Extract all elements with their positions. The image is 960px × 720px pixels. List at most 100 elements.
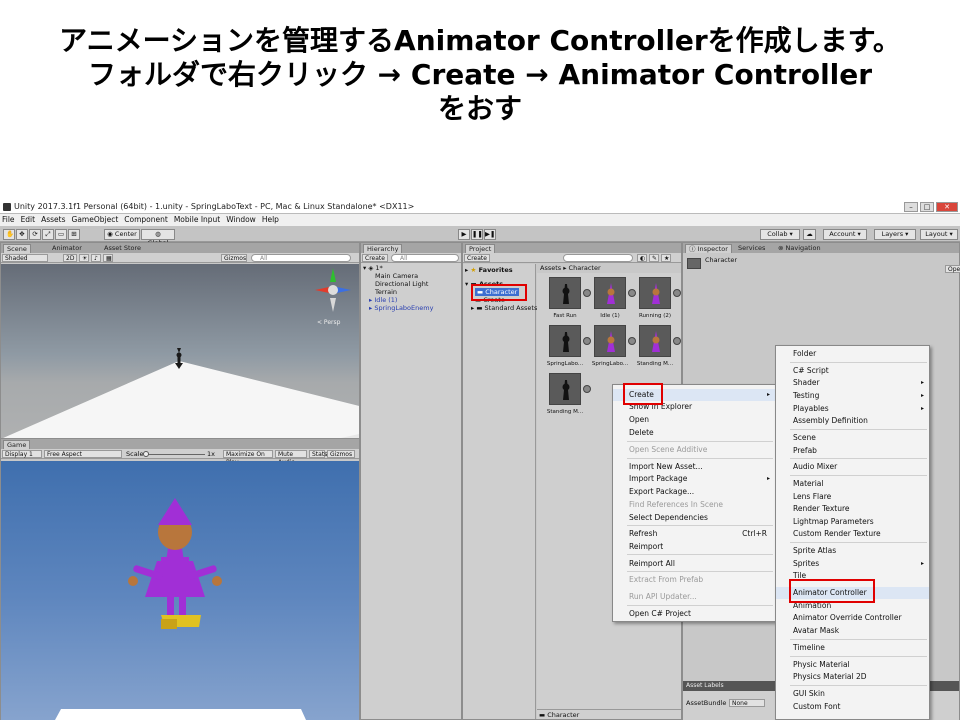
scale-slider-handle[interactable] [143, 451, 149, 457]
create-sprites[interactable]: Sprites ▸ [776, 558, 929, 570]
context-menu-select-dependencies[interactable]: Select Dependencies [613, 512, 775, 524]
context-menu-refresh[interactable]: Refresh Ctrl+R [613, 528, 775, 540]
hierarchy-create-dropdown[interactable]: Create ▾ [362, 254, 388, 270]
asset-bundle-dropdown[interactable]: None [729, 699, 765, 707]
aspect-dropdown[interactable]: Free Aspect [44, 450, 122, 458]
move-tool-icon[interactable]: ✥ [16, 229, 28, 240]
create-custom-font[interactable]: Custom Font [776, 701, 929, 713]
display-dropdown[interactable]: Display 1 [2, 450, 42, 458]
create-audio-mixer[interactable]: Audio Mixer [776, 461, 929, 473]
rect-tool-icon[interactable]: ▭ [55, 229, 67, 240]
context-menu-import-package[interactable]: Import Package ▸ [613, 473, 775, 485]
effects-toggle-icon[interactable]: ▦ [103, 254, 113, 262]
hierarchy-item-springlaboenemy[interactable]: ▸ SpringLaboEnemy [369, 304, 433, 312]
asset-thumb-springlabo-1[interactable] [549, 325, 581, 357]
tab-scene[interactable]: Scene [3, 244, 31, 253]
create-assembly-definition[interactable]: Assembly Definition [776, 415, 929, 427]
pivot-center-toggle[interactable]: ◉ Center [104, 229, 140, 240]
menu-assets[interactable]: Assets [41, 214, 65, 226]
asset-expand-icon[interactable] [583, 385, 591, 393]
scene-search-input[interactable]: All [251, 254, 351, 262]
create-physic-material[interactable]: Physic Material [776, 659, 929, 671]
maximize-button[interactable]: □ [920, 202, 934, 212]
tab-navigation[interactable]: ⊗ Navigation [775, 244, 824, 253]
create-render-texture[interactable]: Render Texture [776, 503, 929, 515]
context-menu-open-csharp-project[interactable]: Open C# Project [613, 608, 775, 620]
asset-thumb-idle[interactable] [594, 277, 626, 309]
account-dropdown[interactable]: Account ▾ [823, 229, 867, 240]
create-animator-override-controller[interactable]: Animator Override Controller [776, 612, 929, 624]
create-sprite-atlas[interactable]: Sprite Atlas [776, 545, 929, 557]
play-button[interactable]: ▶ [458, 229, 470, 240]
create-timeline[interactable]: Timeline [776, 642, 929, 654]
menu-file[interactable]: File [2, 214, 15, 226]
menu-mobile-input[interactable]: Mobile Input [174, 214, 220, 226]
create-shader[interactable]: Shader ▸ [776, 377, 929, 389]
mute-audio-toggle[interactable]: Mute Audio [275, 450, 307, 466]
game-viewport[interactable] [1, 461, 359, 720]
asset-expand-icon[interactable] [673, 289, 681, 297]
lighting-toggle-icon[interactable]: ☀ [79, 254, 89, 262]
tab-project[interactable]: Project [465, 244, 496, 253]
context-menu-export-package[interactable]: Export Package... [613, 486, 775, 498]
menu-help[interactable]: Help [262, 214, 279, 226]
create-lightmap-parameters[interactable]: Lightmap Parameters [776, 516, 929, 528]
layers-dropdown[interactable]: Layers ▾ [874, 229, 916, 240]
scene-root-item[interactable]: ▾ ◈ 1* [363, 264, 383, 272]
menu-window[interactable]: Window [226, 214, 256, 226]
create-folder[interactable]: Folder [776, 348, 929, 360]
favorites-item[interactable]: ▸ ★ Favorites [465, 266, 513, 274]
asset-expand-icon[interactable] [583, 289, 591, 297]
scale-slider[interactable] [145, 454, 205, 455]
transform-tool-icon[interactable]: ⊞ [68, 229, 80, 240]
create-physics-material-2d[interactable]: Physics Material 2D [776, 671, 929, 683]
scale-tool-icon[interactable]: ⤢ [42, 229, 54, 240]
create-lens-flare[interactable]: Lens Flare [776, 491, 929, 503]
tab-services[interactable]: Services [735, 244, 768, 253]
asset-expand-icon[interactable] [628, 289, 636, 297]
shading-mode-dropdown[interactable]: Shaded [2, 254, 48, 262]
tab-game[interactable]: Game [3, 440, 31, 449]
hierarchy-item-terrain[interactable]: Terrain [375, 288, 397, 296]
create-scene[interactable]: Scene [776, 432, 929, 444]
asset-expand-icon[interactable] [673, 337, 681, 345]
2d-toggle[interactable]: 2D [63, 254, 77, 262]
asset-thumb-springlabo-2[interactable] [594, 325, 626, 357]
context-menu-import-new-asset[interactable]: Import New Asset... [613, 461, 775, 473]
hierarchy-search-input[interactable]: All [391, 254, 459, 262]
minimize-button[interactable]: – [904, 202, 918, 212]
project-breadcrumb[interactable]: Assets ▸ Character [540, 264, 601, 272]
collab-dropdown[interactable]: Collab ▾ [760, 229, 800, 240]
close-button[interactable]: ✕ [936, 202, 958, 212]
create-avatar-mask[interactable]: Avatar Mask [776, 625, 929, 637]
folder-standard-assets[interactable]: ▸ ▬ Standard Assets [471, 304, 537, 312]
hand-tool-icon[interactable]: ✋ [3, 229, 15, 240]
asset-thumb-running[interactable] [639, 277, 671, 309]
global-local-toggle[interactable]: ◍ Global [141, 229, 175, 247]
tab-animator[interactable]: Animator [49, 244, 85, 253]
tab-hierarchy[interactable]: Hierarchy [363, 244, 403, 253]
favorite-star-icon[interactable]: ★ [661, 254, 671, 262]
menu-gameobject[interactable]: GameObject [72, 214, 119, 226]
hierarchy-item-idle[interactable]: ▸ Idle (1) [369, 296, 397, 304]
game-gizmos-dropdown[interactable]: Gizmos ▾ [327, 450, 355, 466]
maximize-on-play-toggle[interactable]: Maximize On Play [223, 450, 273, 466]
create-custom-render-texture[interactable]: Custom Render Texture [776, 528, 929, 540]
context-menu-delete[interactable]: Delete [613, 427, 775, 439]
cloud-icon[interactable]: ☁ [803, 229, 816, 240]
create-prefab[interactable]: Prefab [776, 445, 929, 457]
create-gui-skin[interactable]: GUI Skin [776, 688, 929, 700]
tab-inspector[interactable]: ⓘ Inspector [685, 244, 732, 253]
filter-type-icon[interactable]: ◐ [637, 254, 647, 262]
perspective-label[interactable]: < Persp [317, 319, 340, 326]
context-menu-reimport-all[interactable]: Reimport All [613, 558, 775, 570]
hierarchy-item-main-camera[interactable]: Main Camera [375, 272, 418, 280]
asset-expand-icon[interactable] [583, 337, 591, 345]
create-csharp-script[interactable]: C# Script [776, 365, 929, 377]
asset-thumb-fast-run[interactable] [549, 277, 581, 309]
asset-thumb-standing-1[interactable] [639, 325, 671, 357]
layout-dropdown[interactable]: Layout ▾ [920, 229, 958, 240]
scene-orientation-gizmo-icon[interactable] [311, 266, 355, 316]
asset-thumb-standing-2[interactable] [549, 373, 581, 405]
create-playables[interactable]: Playables ▸ [776, 403, 929, 415]
